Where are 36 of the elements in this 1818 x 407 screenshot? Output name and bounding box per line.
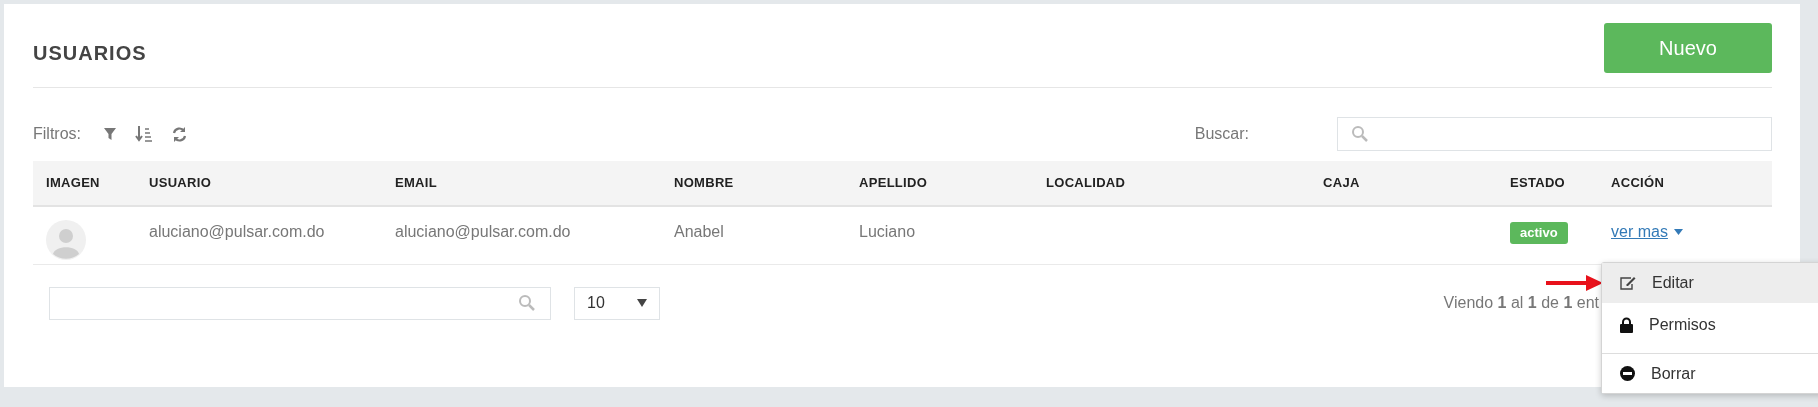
column-header[interactable]: USUARIO (149, 175, 212, 191)
page-title: USUARIOS (33, 40, 147, 66)
caret-icon (1673, 229, 1683, 235)
column-header[interactable]: EMAIL (395, 175, 437, 191)
column-header[interactable]: CAJA (1323, 175, 1360, 191)
minus-circle-icon (1620, 366, 1635, 381)
filters-label: Filtros: (33, 124, 81, 144)
edit-icon (1620, 276, 1636, 290)
table-search-field[interactable] (49, 286, 551, 320)
more-link[interactable]: ver mas (1611, 220, 1683, 244)
table-cell: Luciano (859, 223, 916, 240)
menu-item[interactable]: Editar (1602, 263, 1818, 303)
caret-icon (637, 299, 647, 307)
refresh-icon[interactable] (171, 125, 188, 143)
table-cell: aluciano@pulsar.com.do (395, 223, 571, 240)
status-badge: activo (1510, 222, 1568, 244)
column-header[interactable]: ACCIÓN (1611, 175, 1665, 191)
pagination-info: Viendo 1 al 1 de 1 ent (1443, 293, 1599, 313)
menu-item[interactable]: Borrar (1602, 353, 1818, 393)
column-header[interactable]: IMAGEN (46, 175, 100, 191)
page-size-select[interactable]: 10 (574, 286, 660, 320)
search-field[interactable] (1337, 117, 1772, 151)
column-header[interactable]: APELLIDO (859, 175, 928, 191)
table-cell: aluciano@pulsar.com.do (149, 223, 325, 240)
column-header[interactable]: ESTADO (1510, 175, 1565, 191)
filter-icon[interactable] (103, 127, 117, 141)
column-header[interactable]: NOMBRE (674, 175, 734, 191)
lock-icon (1620, 317, 1633, 333)
search-icon (1351, 125, 1369, 143)
column-header[interactable]: LOCALIDAD (1046, 175, 1126, 191)
search-label: Buscar: (1194, 124, 1249, 144)
table-cell: Anabel (674, 223, 724, 240)
search-icon (518, 294, 536, 312)
avatar (46, 220, 86, 260)
pointer-arrow (1546, 275, 1603, 291)
sort-icon[interactable] (135, 125, 153, 143)
